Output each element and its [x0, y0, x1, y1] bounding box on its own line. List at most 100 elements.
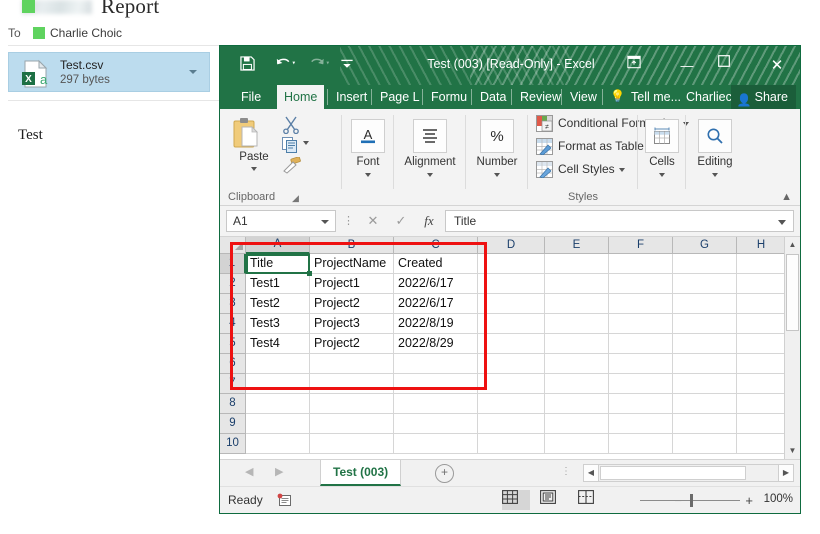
cell-h10[interactable]: [737, 434, 786, 454]
excel-title-bar[interactable]: Test (003) [Read-Only] - Excel — ✕: [220, 46, 800, 85]
cell-b9[interactable]: [310, 414, 394, 434]
cell-b2[interactable]: Project1: [310, 274, 394, 294]
name-box-chevron-down-icon[interactable]: [321, 220, 329, 224]
cells-button[interactable]: Cells: [638, 119, 686, 177]
alignment-chevron-down-icon[interactable]: [427, 173, 433, 177]
number-button[interactable]: % Number: [466, 119, 528, 177]
cell-g3[interactable]: [673, 294, 737, 314]
collapse-ribbon-chevron-up-icon[interactable]: ▲: [781, 191, 792, 203]
cell-d3[interactable]: [478, 294, 545, 314]
cell-g6[interactable]: [673, 354, 737, 374]
page-break-preview-button[interactable]: [578, 490, 606, 510]
row-header-4[interactable]: 4: [220, 314, 246, 334]
cell-c6[interactable]: [394, 354, 478, 374]
expand-formula-bar-chevron-down-icon[interactable]: [778, 220, 786, 225]
cell-h7[interactable]: [737, 374, 786, 394]
sheet-bar-grip[interactable]: ⋮: [561, 466, 571, 477]
cell-a2[interactable]: Test1: [246, 274, 310, 294]
cell-d9[interactable]: [478, 414, 545, 434]
cell-styles-chevron-down-icon[interactable]: [618, 167, 625, 172]
editing-button[interactable]: Editing: [686, 119, 744, 177]
format-painter-icon[interactable]: [282, 157, 302, 174]
cell-a1[interactable]: Title: [246, 254, 310, 274]
cell-e6[interactable]: [545, 354, 609, 374]
cell-d1[interactable]: [478, 254, 545, 274]
cell-g8[interactable]: [673, 394, 737, 414]
cell-g7[interactable]: [673, 374, 737, 394]
column-header-g[interactable]: G: [673, 237, 737, 254]
name-box[interactable]: A1: [226, 210, 336, 232]
cell-f1[interactable]: [609, 254, 673, 274]
ribbon-display-options-icon[interactable]: [627, 55, 657, 77]
scroll-left-arrow-icon[interactable]: ◀: [584, 465, 599, 481]
row-header-9[interactable]: 9: [220, 414, 246, 434]
cell-h4[interactable]: [737, 314, 786, 334]
cell-h6[interactable]: [737, 354, 786, 374]
row-header-8[interactable]: 8: [220, 394, 246, 414]
cells-chevron-down-icon[interactable]: [659, 173, 665, 177]
column-header-b[interactable]: B: [310, 237, 394, 254]
cell-e9[interactable]: [545, 414, 609, 434]
minimize-button[interactable]: —: [672, 55, 702, 77]
cell-c3[interactable]: 2022/6/17: [394, 294, 478, 314]
cell-e5[interactable]: [545, 334, 609, 354]
vertical-scroll-thumb[interactable]: [786, 254, 799, 331]
row-header-5[interactable]: 5: [220, 334, 246, 354]
tab-home[interactable]: Home: [277, 85, 325, 109]
cell-d2[interactable]: [478, 274, 545, 294]
cell-d7[interactable]: [478, 374, 545, 394]
cell-c4[interactable]: 2022/8/19: [394, 314, 478, 334]
font-button[interactable]: A Font: [342, 119, 394, 177]
cell-a7[interactable]: [246, 374, 310, 394]
cell-h8[interactable]: [737, 394, 786, 414]
tab-file[interactable]: File: [234, 85, 268, 109]
previous-sheet-arrow-icon[interactable]: ◀: [245, 465, 253, 478]
column-header-e[interactable]: E: [545, 237, 609, 254]
cell-d10[interactable]: [478, 434, 545, 454]
cell-e10[interactable]: [545, 434, 609, 454]
cell-h2[interactable]: [737, 274, 786, 294]
cell-f6[interactable]: [609, 354, 673, 374]
number-chevron-down-icon[interactable]: [494, 173, 500, 177]
sheet-tab-test-003[interactable]: Test (003): [320, 460, 402, 486]
vertical-scrollbar[interactable]: ▲ ▼: [784, 237, 800, 459]
cell-c8[interactable]: [394, 394, 478, 414]
cell-g2[interactable]: [673, 274, 737, 294]
editing-chevron-down-icon[interactable]: [712, 173, 718, 177]
cell-g10[interactable]: [673, 434, 737, 454]
record-macro-icon[interactable]: [277, 493, 292, 507]
cell-b10[interactable]: [310, 434, 394, 454]
attachment-card[interactable]: X a Test.csv 297 bytes: [8, 52, 210, 92]
cell-d8[interactable]: [478, 394, 545, 414]
font-chevron-down-icon[interactable]: [365, 173, 371, 177]
row-header-10[interactable]: 10: [220, 434, 246, 454]
cell-g4[interactable]: [673, 314, 737, 334]
column-header-c[interactable]: C: [394, 237, 478, 254]
cell-b1[interactable]: ProjectName: [310, 254, 394, 274]
cell-f4[interactable]: [609, 314, 673, 334]
cell-b4[interactable]: Project3: [310, 314, 394, 334]
formula-bar-grip[interactable]: ⋮: [343, 214, 354, 227]
paste-button[interactable]: Paste: [230, 117, 278, 171]
column-header-f[interactable]: F: [609, 237, 673, 254]
formula-input[interactable]: Title: [445, 210, 794, 232]
cell-c5[interactable]: 2022/8/29: [394, 334, 478, 354]
cell-e3[interactable]: [545, 294, 609, 314]
cell-c1[interactable]: Created: [394, 254, 478, 274]
copy-chevron-down-icon[interactable]: [303, 141, 309, 145]
cell-a8[interactable]: [246, 394, 310, 414]
cell-a6[interactable]: [246, 354, 310, 374]
recipient-name[interactable]: Charlie Choic: [50, 26, 122, 40]
cell-d4[interactable]: [478, 314, 545, 334]
cell-b8[interactable]: [310, 394, 394, 414]
zoom-in-button[interactable]: +: [745, 493, 753, 508]
cell-e2[interactable]: [545, 274, 609, 294]
row-header-6[interactable]: 6: [220, 354, 246, 374]
cell-f3[interactable]: [609, 294, 673, 314]
clipboard-dialog-launcher-icon[interactable]: ◢: [292, 193, 299, 204]
scroll-down-arrow-icon[interactable]: ▼: [785, 443, 800, 459]
cell-c2[interactable]: 2022/6/17: [394, 274, 478, 294]
normal-view-button[interactable]: [502, 490, 530, 510]
cancel-entry-button[interactable]: ✕: [360, 210, 386, 232]
new-sheet-button[interactable]: +: [435, 464, 454, 483]
